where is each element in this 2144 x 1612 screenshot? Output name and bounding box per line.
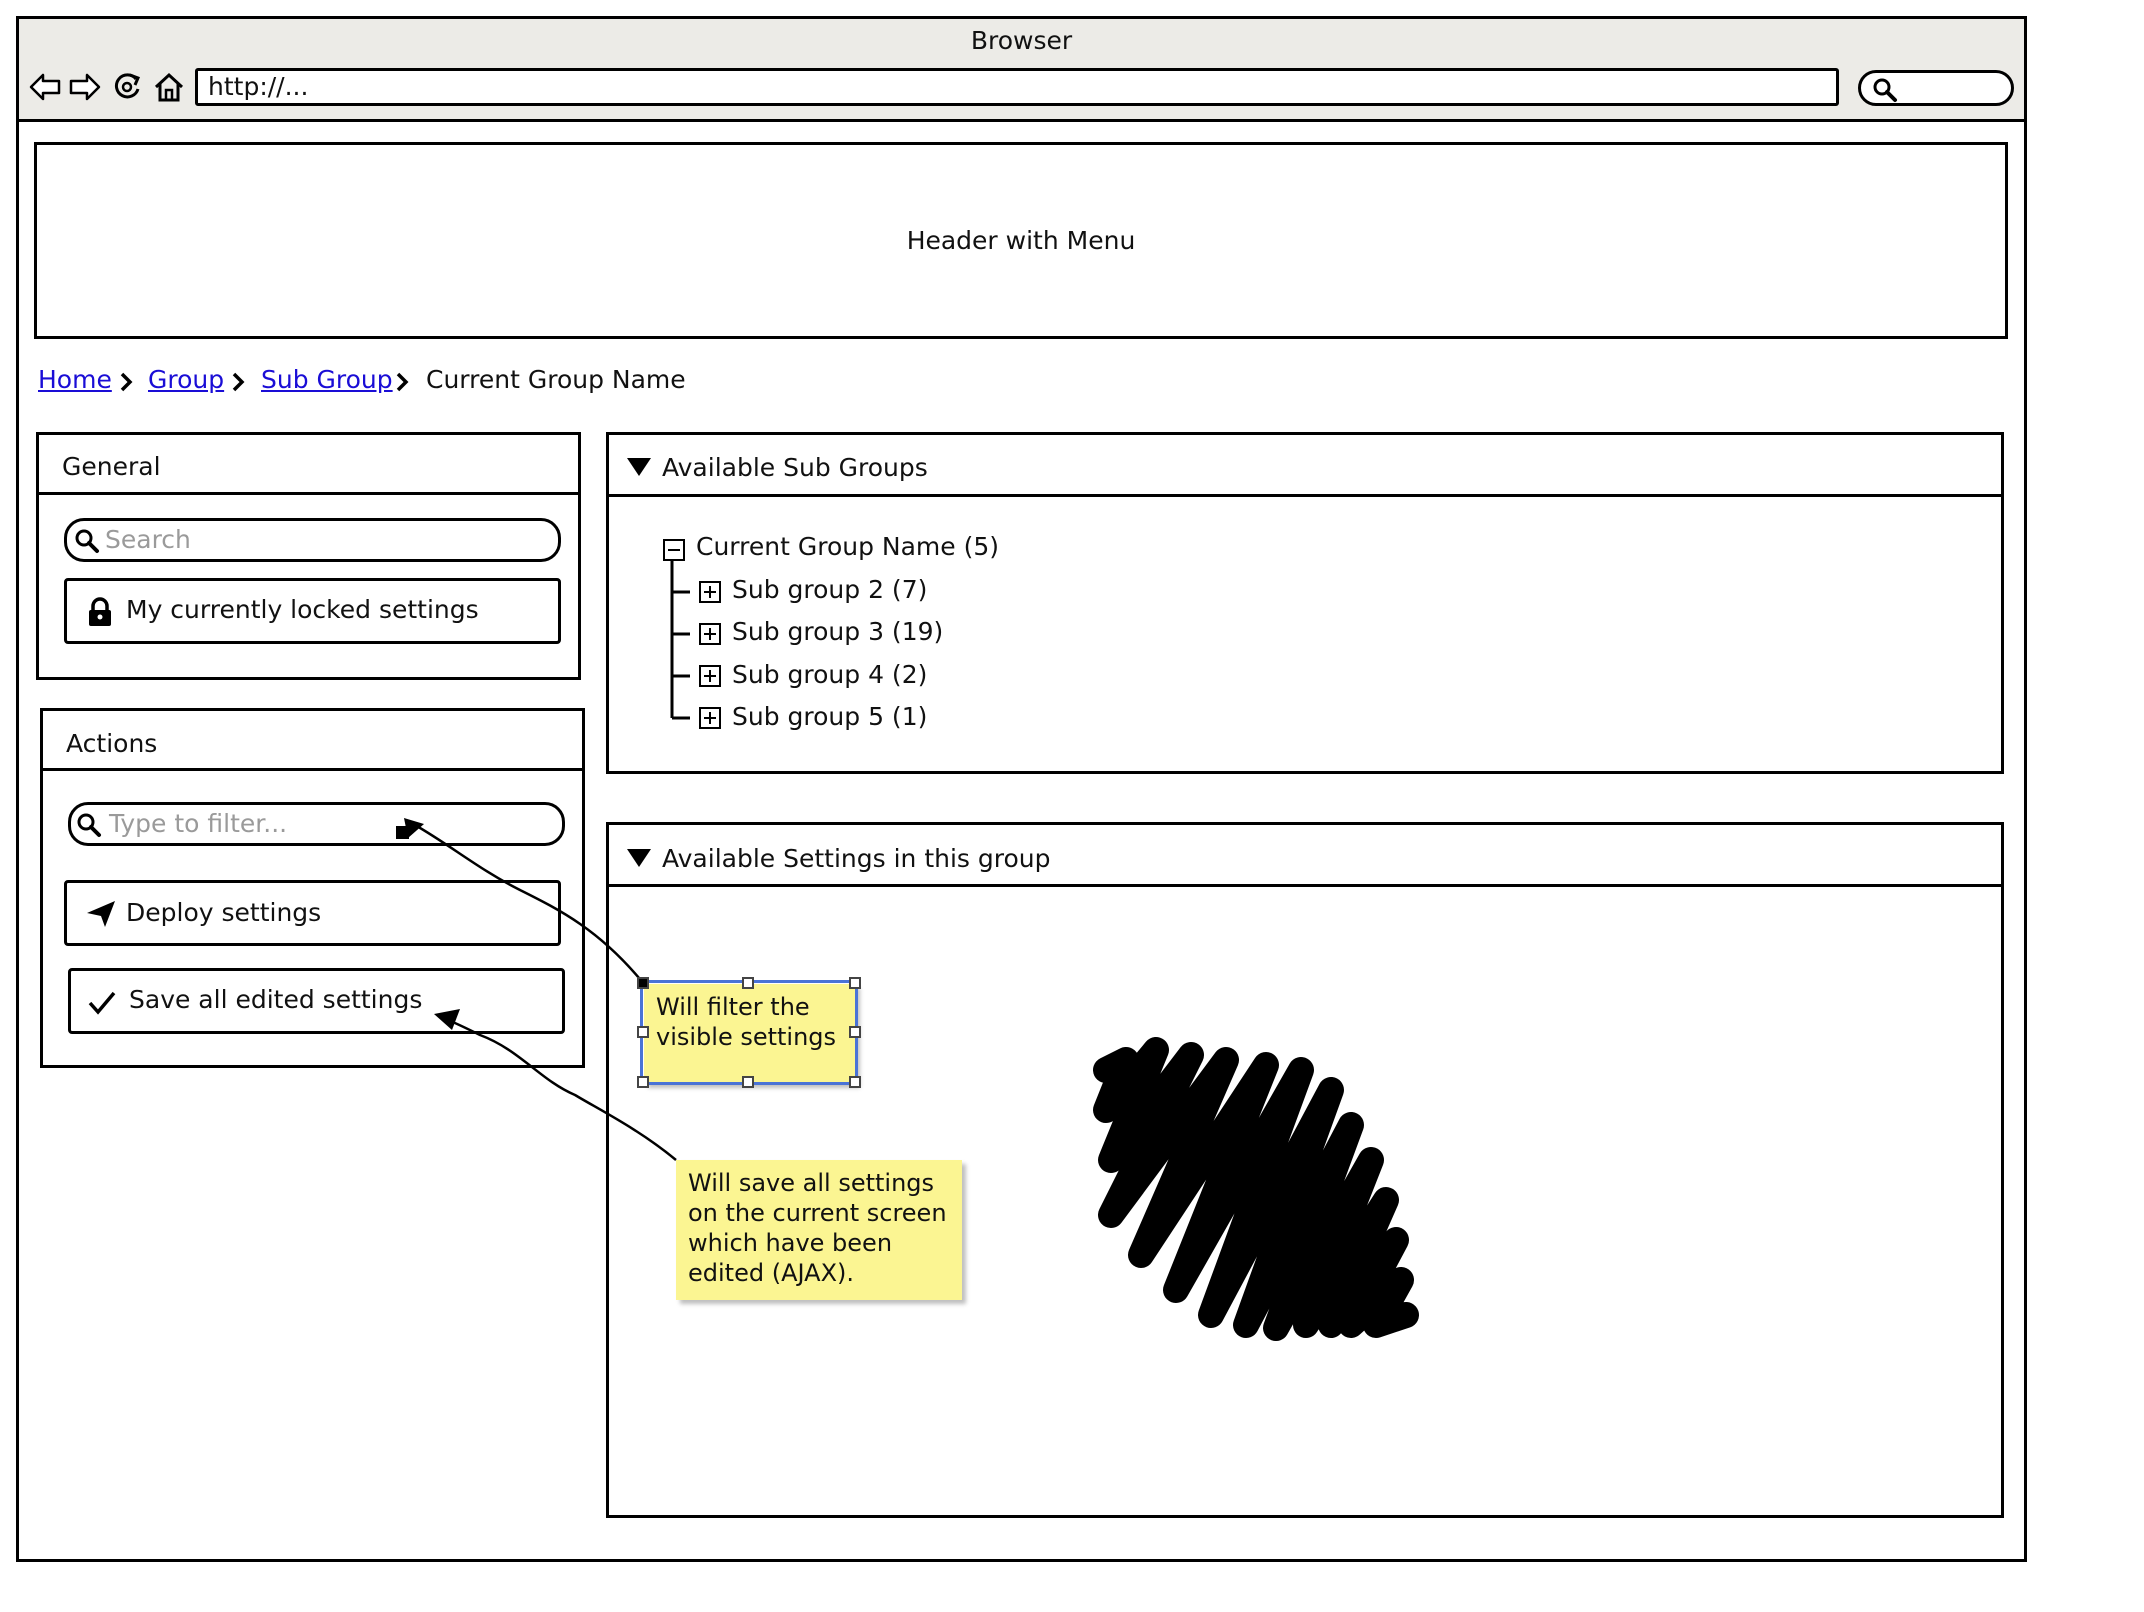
selection-handle[interactable] [849, 1026, 861, 1038]
selection-handle[interactable] [742, 1076, 754, 1088]
selection-handle[interactable] [742, 977, 754, 989]
save-note-line: on the current screen [688, 1199, 947, 1227]
selection-handle[interactable] [849, 977, 861, 989]
selection-handle[interactable] [849, 1076, 861, 1088]
selection-handle[interactable] [637, 977, 649, 989]
save-note-line: edited (AJAX). [688, 1259, 854, 1287]
save-note: Will save all settings on the current sc… [676, 1160, 962, 1300]
selection-box [640, 980, 858, 1085]
annotation-arrows [396, 818, 677, 1161]
save-note-line: which have been [688, 1229, 893, 1257]
selection-handle[interactable] [637, 1026, 649, 1038]
save-note-line: Will save all settings [688, 1169, 935, 1197]
selection-handle[interactable] [637, 1076, 649, 1088]
